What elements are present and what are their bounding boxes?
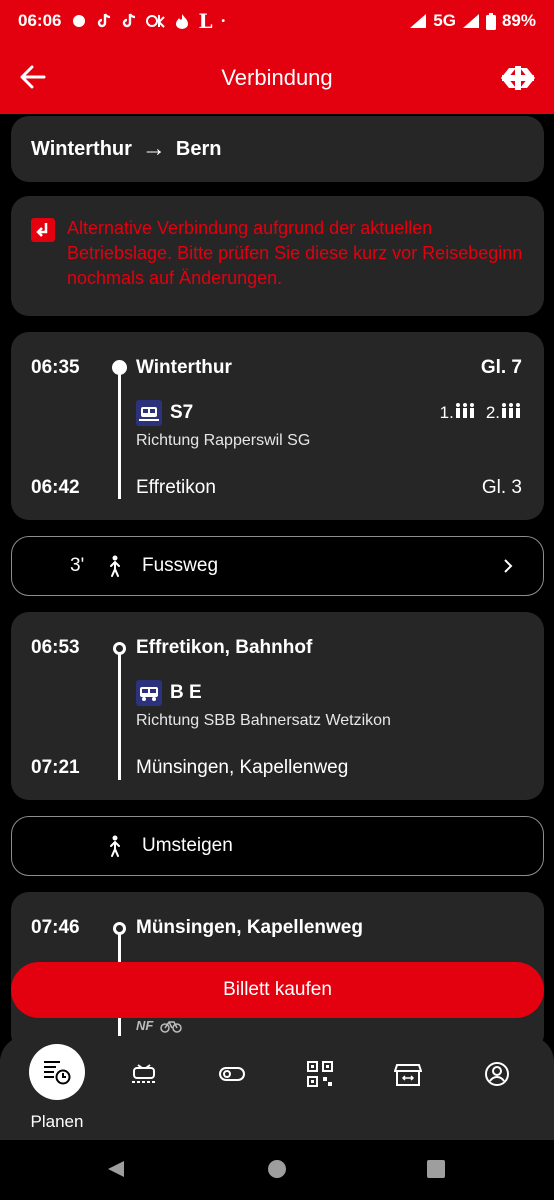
home-circle-icon[interactable] [267, 1159, 287, 1179]
direction: Richtung Rapperswil SG [136, 432, 311, 449]
line-name: B E [170, 682, 202, 703]
qr-icon [307, 1061, 333, 1087]
departure-time: 07:46 [31, 917, 80, 938]
tiktok-icon [98, 13, 111, 28]
leg-line [118, 650, 121, 780]
occupancy-first-class: 1. [440, 402, 476, 423]
tiktok-icon [123, 13, 136, 28]
arrival-station: Effretikon [136, 477, 216, 498]
stop-marker [113, 922, 126, 935]
buy-ticket-button[interactable]: Billett kaufen [11, 962, 544, 1018]
line-badge: S7 [136, 400, 193, 426]
arrival-station: Münsingen, Kapellenweg [136, 757, 349, 778]
occupancy-icon [455, 403, 474, 418]
timetable-icon [132, 1064, 156, 1083]
toggle-icon [219, 1067, 245, 1081]
alert-message: Alternative Verbindung aufgrund der aktu… [67, 218, 523, 288]
stop-marker [113, 642, 126, 655]
status-time: 06:06 [18, 11, 62, 30]
nav-profile[interactable] [467, 1054, 527, 1094]
route-arrow: → [141, 135, 166, 162]
departure-station: Effretikon, Bahnhof [136, 637, 313, 658]
sbb-logo [498, 64, 538, 92]
arrival-track: Gl. 3 [481, 477, 522, 498]
departure-time: 06:35 [31, 357, 80, 378]
transfer-segment[interactable]: Umsteigen [11, 816, 544, 876]
sun-icon [73, 15, 86, 27]
status-bar: 06:06 L • 5G 89% [0, 0, 554, 42]
disruption-alert: Alternative Verbindung aufgrund der aktu… [11, 196, 544, 316]
back-triangle-icon[interactable] [106, 1159, 126, 1179]
nav-switch[interactable] [202, 1054, 262, 1094]
nav-shop[interactable] [378, 1054, 438, 1094]
departure-time: 06:53 [31, 637, 80, 658]
nav-plan[interactable] [29, 1044, 85, 1100]
signal-icon [410, 14, 427, 28]
bicycle-icon [160, 1020, 183, 1033]
direction: Richtung SBB Bahnersatz Wetzikon [136, 712, 391, 729]
network-type: 5G [433, 11, 456, 30]
departure-station: Münsingen, Kapellenweg [136, 917, 363, 938]
route-from: Winterthur [31, 137, 132, 160]
occupancy-info: 1. 2. [440, 402, 522, 423]
battery-icon [485, 12, 496, 30]
shop-icon [394, 1064, 422, 1086]
walk-label: Fussweg [142, 555, 219, 576]
line-name: S7 [170, 402, 194, 423]
arrival-time: 06:42 [31, 477, 80, 498]
ok-icon [146, 15, 166, 28]
walk-segment[interactable]: 3' Fussweg [11, 536, 544, 596]
signal-icon [462, 14, 479, 28]
nav-tickets[interactable] [290, 1054, 350, 1094]
detour-icon [31, 218, 55, 242]
train-icon [136, 400, 162, 426]
walk-duration: 3' [70, 555, 85, 576]
arrival-time: 07:21 [31, 757, 80, 778]
app-bar: Verbindung [0, 42, 554, 114]
occupancy-icon [502, 403, 520, 418]
low-floor-note: NF [136, 1018, 154, 1033]
battery-level: 89% [501, 11, 536, 30]
walking-person-icon [110, 835, 120, 857]
back-button[interactable] [18, 62, 48, 92]
journey-leg[interactable]: 06:35 Winterthur Gl. 7 S7 1. 2. Richtung… [11, 332, 544, 520]
recents-square-icon[interactable] [427, 1160, 445, 1178]
bus-icon [136, 680, 162, 706]
service-notes: NF [136, 1018, 183, 1033]
bottom-navigation: Planen [0, 1036, 554, 1140]
arrow-left-icon [20, 65, 46, 89]
page-title: Verbindung [221, 65, 333, 90]
departure-station: Winterthur [136, 357, 232, 378]
route-summary: Winterthur → Bern [11, 116, 544, 182]
nav-plan-label: Planen [30, 1112, 84, 1131]
dot-icon: • [221, 15, 226, 27]
journey-leg[interactable]: 06:53 Effretikon, Bahnhof B E Richtung S… [11, 612, 544, 800]
transfer-label: Umsteigen [142, 835, 233, 856]
stop-marker [112, 360, 127, 375]
profile-icon [485, 1062, 509, 1086]
system-navigation [0, 1140, 554, 1200]
nav-timetable[interactable] [114, 1054, 174, 1094]
line-badge: B E [136, 680, 202, 706]
flame-icon [176, 14, 189, 29]
walking-person-icon [110, 555, 120, 577]
departure-track: Gl. 7 [480, 357, 522, 378]
planen-icon [44, 1061, 71, 1085]
l-icon: L [198, 9, 213, 33]
occupancy-second-class: 2. [486, 402, 522, 423]
route-to: Bern [175, 137, 222, 160]
chevron-right-icon [504, 559, 513, 573]
leg-line [118, 367, 121, 499]
notification-icons: L • [71, 9, 225, 33]
